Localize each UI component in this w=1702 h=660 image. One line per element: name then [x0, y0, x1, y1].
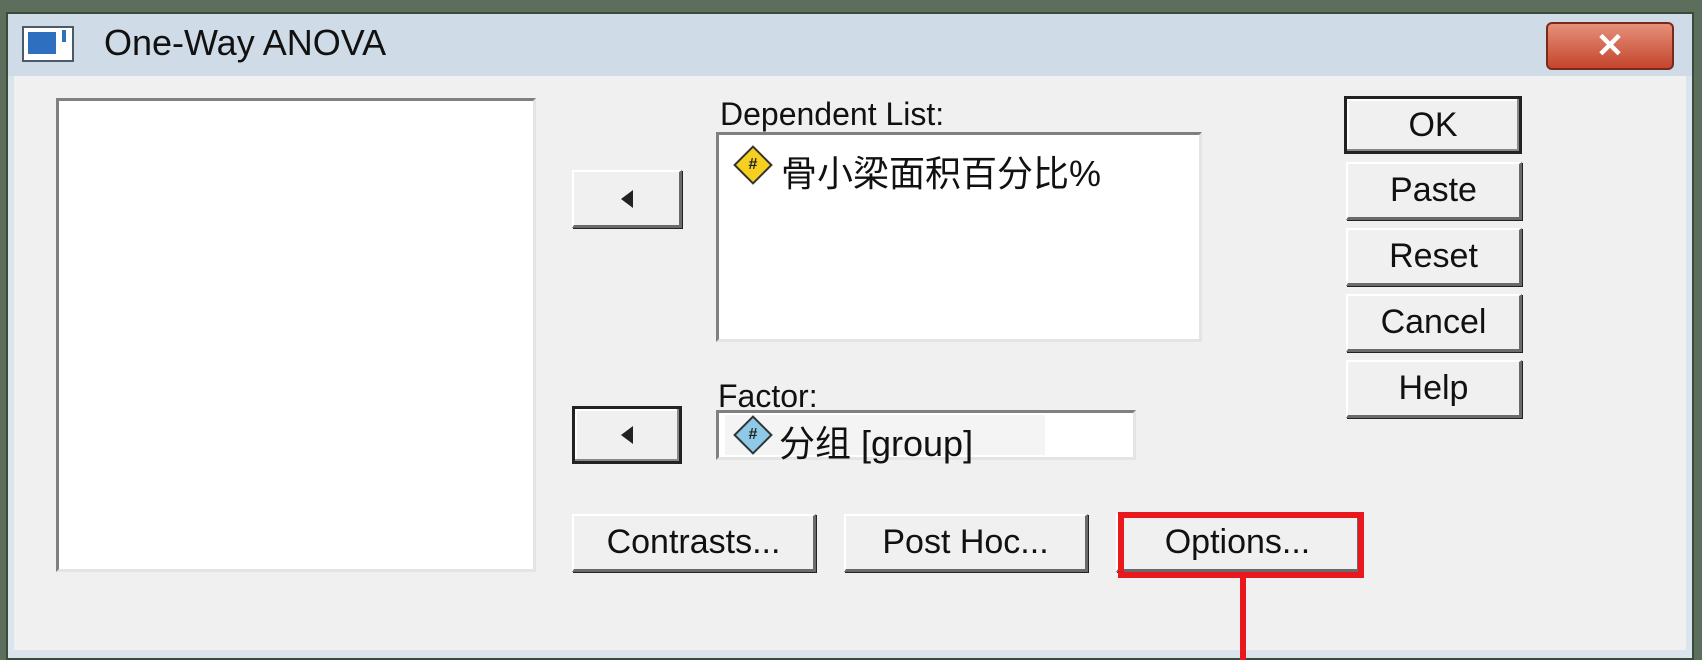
cancel-button[interactable]: Cancel — [1346, 294, 1522, 352]
dependent-variable-name: 骨小梁面积百分比% — [781, 153, 1102, 194]
window-title: One-Way ANOVA — [104, 22, 387, 63]
close-icon: ✕ — [1595, 27, 1625, 65]
app-icon — [22, 26, 74, 62]
contrasts-button[interactable]: Contrasts... — [572, 514, 816, 572]
nominal-variable-icon: # — [733, 415, 773, 455]
factor-item[interactable]: # 分组 [group] — [725, 415, 1045, 464]
ok-button[interactable]: OK — [1344, 96, 1522, 154]
dependent-list-label: Dependent List: — [720, 96, 945, 132]
dependent-list-item[interactable]: # 骨小梁面积百分比% — [733, 145, 1193, 194]
left-arrow-icon — [621, 426, 633, 444]
options-highlight-box — [1118, 512, 1364, 578]
move-to-factor-button[interactable] — [572, 406, 682, 464]
scale-variable-icon: # — [733, 145, 773, 185]
left-arrow-icon — [620, 189, 633, 208]
callout-pointer-line — [1240, 578, 1246, 660]
dependent-list[interactable]: # 骨小梁面积百分比% — [716, 132, 1202, 342]
factor-field[interactable]: # 分组 [group] — [716, 410, 1136, 464]
help-button[interactable]: Help — [1346, 360, 1522, 418]
paste-button[interactable]: Paste — [1346, 162, 1522, 220]
factor-variable-name: 分组 [group] — [779, 423, 974, 464]
source-variable-list[interactable] — [56, 98, 536, 572]
reset-button[interactable]: Reset — [1346, 228, 1522, 286]
close-button[interactable]: ✕ — [1546, 22, 1674, 70]
post-hoc-button[interactable]: Post Hoc... — [844, 514, 1088, 572]
move-to-dependent-button[interactable] — [572, 170, 682, 228]
